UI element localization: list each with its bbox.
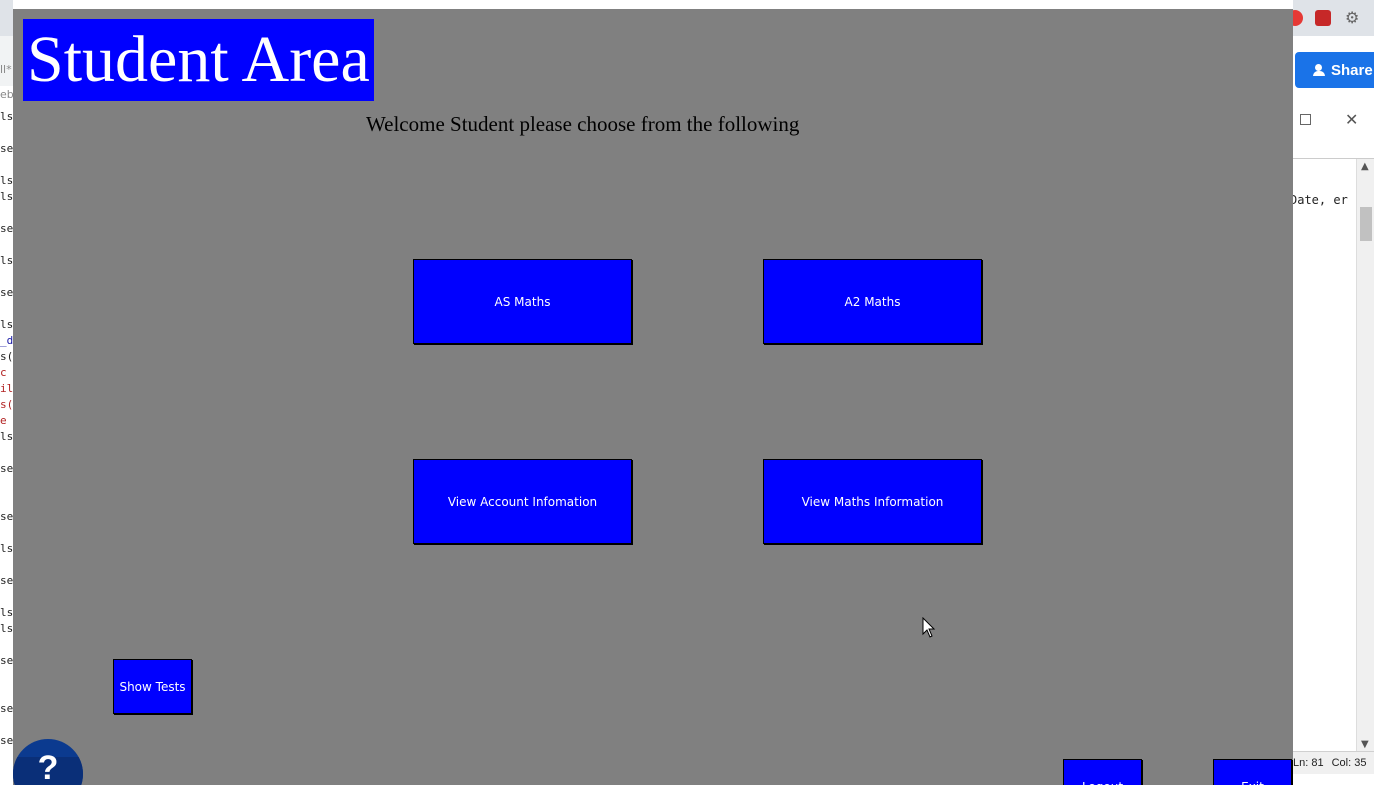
mouse-cursor-icon: [922, 617, 936, 638]
extension-icon[interactable]: [1293, 10, 1303, 26]
code-fragment: se: [0, 734, 13, 747]
code-fragment: s(: [0, 350, 13, 363]
code-fragment: se: [0, 286, 13, 299]
code-fragment: e: [0, 414, 7, 427]
line-number: Ln: 81: [1293, 757, 1324, 769]
code-fragment: ls: [0, 254, 13, 267]
code-fragment: ll*: [0, 63, 12, 76]
as-maths-button[interactable]: AS Maths: [413, 259, 632, 344]
view-maths-information-button[interactable]: View Maths Information: [763, 459, 982, 544]
logout-button[interactable]: Logout: [1063, 759, 1142, 785]
code-fragment: se: [0, 462, 13, 475]
code-pane[interactable]: Date, er ▲ ▼: [1293, 158, 1374, 752]
background-editor-right: ⚙ Share ✕ Date, er ▲ ▼ Ln: 81 Col: 35: [1293, 0, 1374, 785]
browser-tabbar-fragment: [0, 0, 13, 36]
code-fragment: _d: [0, 334, 13, 347]
close-icon[interactable]: ✕: [1345, 110, 1358, 129]
code-fragment: s(: [0, 398, 13, 411]
column-number: Col: 35: [1331, 757, 1367, 769]
code-fragment: ls: [0, 174, 13, 187]
maximize-icon[interactable]: [1300, 114, 1311, 125]
window-controls: ✕: [1293, 110, 1374, 134]
code-fragment: ls: [0, 318, 13, 331]
page-title: Student Area: [23, 19, 374, 101]
code-fragment: se: [0, 574, 13, 587]
scroll-up-icon[interactable]: ▲: [1361, 161, 1369, 172]
show-tests-button[interactable]: Show Tests: [113, 659, 192, 714]
code-fragment: se: [0, 510, 13, 523]
puzzle-extension-icon[interactable]: ⚙: [1345, 10, 1361, 26]
status-bar: Ln: 81 Col: 35: [1293, 751, 1374, 774]
welcome-text: Welcome Student please choose from the f…: [366, 112, 800, 136]
help-icon: ?: [37, 749, 59, 785]
vertical-scrollbar[interactable]: ▲ ▼: [1356, 159, 1374, 752]
code-line: Date, er: [1293, 193, 1348, 207]
window-titlebar: [13, 0, 1293, 9]
view-account-information-button[interactable]: View Account Infomation: [413, 459, 632, 544]
code-fragment: se: [0, 222, 13, 235]
code-fragment: ls: [0, 430, 13, 443]
person-icon: [1313, 64, 1325, 76]
exit-button[interactable]: Exit: [1213, 759, 1292, 785]
code-fragment: ls: [0, 542, 13, 555]
code-fragment: ls: [0, 606, 13, 619]
code-fragment: eb: [0, 88, 13, 101]
code-fragment: il: [0, 382, 13, 395]
code-fragment: ls: [0, 190, 13, 203]
scroll-down-icon[interactable]: ▼: [1361, 739, 1369, 750]
share-button[interactable]: Share: [1295, 52, 1374, 88]
a2-maths-button[interactable]: A2 Maths: [763, 259, 982, 344]
code-fragment: ls: [0, 622, 13, 635]
background-editor-left: ll* eb ls se ls ls se ls se ls _d s( c il s( e ls se se ls s…: [0, 0, 13, 785]
code-fragment: ls: [0, 110, 13, 123]
help-button[interactable]: ?: [13, 739, 83, 785]
code-fragment: se: [0, 142, 13, 155]
editor-tab-fragment: [0, 36, 13, 86]
pdf-extension-icon[interactable]: [1315, 10, 1331, 26]
browser-toolbar-fragment: ⚙: [1293, 0, 1374, 36]
share-label: Share: [1331, 61, 1373, 79]
code-fragment: se: [0, 654, 13, 667]
code-fragment: se: [0, 702, 13, 715]
code-fragment: c: [0, 366, 7, 379]
scrollbar-thumb[interactable]: [1360, 207, 1372, 241]
student-area-window: Student Area Welcome Student please choo…: [13, 0, 1293, 785]
